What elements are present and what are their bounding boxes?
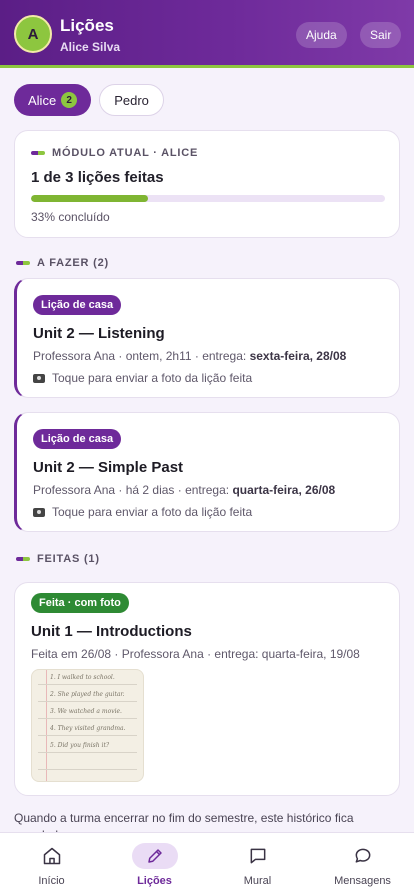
photo-handwriting: 5. Did you finish it? — [50, 742, 110, 749]
student-chip-pedro[interactable]: Pedro — [99, 84, 164, 116]
photo-handwriting: 4. They visited grandma. — [50, 725, 126, 732]
progress-fill — [31, 195, 148, 202]
avatar[interactable]: A — [14, 15, 52, 53]
done-section-heading: FEITAS (1) — [16, 553, 100, 565]
upload-photo-link[interactable]: Toque para enviar a foto da lição feita — [33, 505, 252, 519]
student-selector: Alice 2 Pedro — [14, 84, 164, 116]
upload-photo-link[interactable]: Toque para enviar a foto da lição feita — [33, 371, 252, 385]
completed-lesson-card[interactable]: Feita · com foto Unit 1 — Introductions … — [14, 582, 400, 796]
nav-item-mensagens[interactable]: Mensagens — [311, 833, 414, 896]
help-button[interactable]: Ajuda — [296, 22, 347, 48]
lesson-meta: Feita em 26/08 · Professora Ana · entreg… — [31, 647, 360, 661]
lesson-meta: Professora Ana · ontem, 2h11 · entrega: … — [33, 349, 347, 363]
homework-photo-thumbnail[interactable]: 1. I walked to school. 2. She played the… — [31, 669, 144, 782]
student-chip-alice[interactable]: Alice 2 — [14, 84, 92, 116]
nav-item-licoes[interactable]: Lições — [103, 833, 206, 896]
nav-label: Mural — [243, 875, 272, 887]
photo-handwriting: 1. I walked to school. — [50, 674, 115, 681]
lesson-title: Unit 1 — Introductions — [31, 623, 192, 640]
module-percent: 33% concluído — [31, 210, 110, 224]
user-name: Alice Silva — [60, 40, 121, 54]
nav-label: Mensagens — [334, 875, 391, 887]
pencil-icon — [147, 849, 162, 863]
done-tag: Feita · com foto — [31, 593, 129, 613]
section-marker-icon — [16, 557, 30, 562]
student-chip-label: Pedro — [114, 92, 149, 108]
lesson-meta: Professora Ana · há 2 dias · entrega: qu… — [33, 483, 336, 497]
pending-count-badge: 2 — [61, 92, 78, 108]
module-progress-text: 1 de 3 lições feitas — [31, 169, 164, 186]
due-date: sexta-feira, 28/08 — [249, 349, 347, 363]
nav-item-mural[interactable]: Mural — [206, 833, 309, 896]
chat-icon — [355, 848, 370, 863]
bottom-navigation: Início Lições Mural Mensagens — [0, 832, 414, 896]
lesson-card[interactable]: Lição de casa Unit 2 — Listening Profess… — [14, 278, 400, 398]
lesson-title: Unit 2 — Simple Past — [33, 459, 184, 476]
board-icon — [250, 848, 265, 864]
camera-icon — [33, 373, 45, 383]
photo-handwriting: 2. She played the guitar. — [50, 691, 125, 698]
lesson-tag: Lição de casa — [33, 429, 122, 449]
logout-button[interactable]: Sair — [360, 22, 402, 48]
lesson-tag: Lição de casa — [33, 295, 122, 315]
section-marker-icon — [16, 261, 30, 266]
nav-label: Início — [38, 875, 65, 887]
section-marker-icon — [31, 151, 45, 156]
module-label: MÓDULO ATUAL · ALICE — [31, 147, 198, 159]
todo-section-heading: A FAZER (2) — [16, 257, 109, 269]
photo-handwriting: 3. We watched a movie. — [50, 708, 122, 715]
student-chip-label: Alice — [28, 92, 57, 108]
nav-label: Lições — [137, 875, 172, 887]
module-progress-card: MÓDULO ATUAL · ALICE 1 de 3 lições feita… — [14, 130, 400, 238]
lesson-title: Unit 2 — Listening — [33, 325, 165, 342]
home-icon — [43, 847, 60, 865]
lesson-card[interactable]: Lição de casa Unit 2 — Simple Past Profe… — [14, 412, 400, 532]
module-progress-bar — [31, 195, 385, 202]
page-title: Lições — [60, 16, 114, 35]
camera-icon — [33, 507, 45, 517]
due-date: quarta-feira, 26/08 — [232, 483, 336, 497]
nav-item-inicio[interactable]: Início — [0, 833, 103, 896]
app-header: A Lições Alice Silva Ajuda Sair — [0, 0, 414, 68]
